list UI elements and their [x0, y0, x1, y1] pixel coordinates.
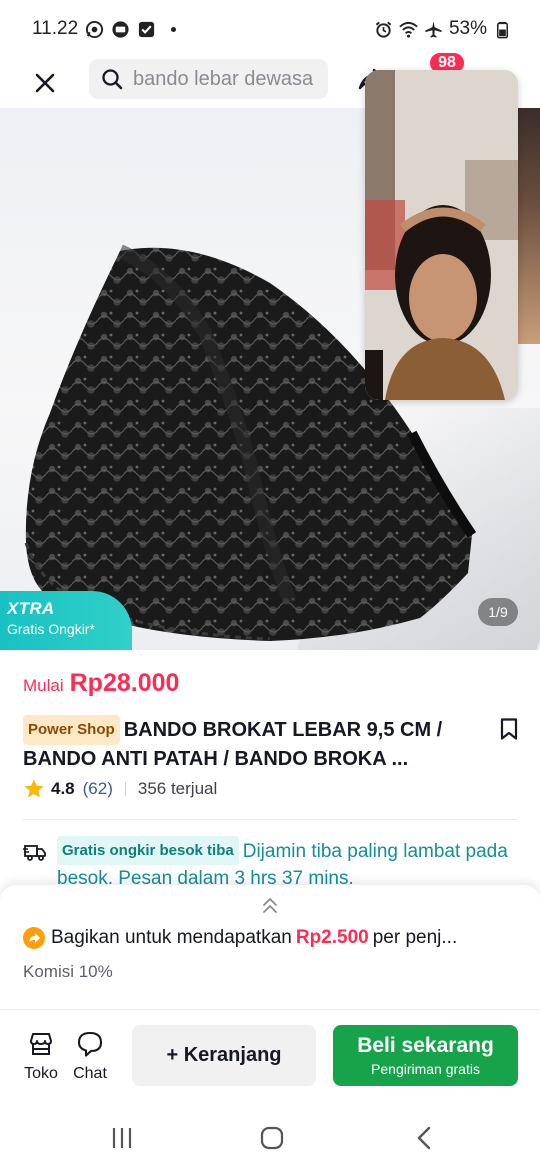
sold-count: 356 terjual [137, 779, 218, 798]
shipping-text: Gratis ongkir besok tiba Dijamin tiba pal… [57, 836, 517, 892]
status-time: 11.22 [32, 18, 79, 39]
battery-percent: 53% [448, 18, 487, 39]
bookmark-icon[interactable] [497, 717, 521, 741]
price-row: Mulai Rp28.000 [23, 669, 179, 698]
affiliate-suffix: per penj... [372, 927, 458, 948]
status-bar: 11.22 53% [0, 0, 540, 58]
message-icon [112, 20, 129, 38]
chat-icon [77, 1031, 103, 1057]
rating-row[interactable]: 4.8 (62) 356 terjual [23, 778, 217, 800]
shop-label: Toko [24, 1065, 58, 1082]
star-icon [24, 779, 44, 798]
status-right: 53% [374, 18, 512, 40]
close-button[interactable] [28, 66, 62, 100]
notification-dot [171, 26, 177, 32]
delivery-truck-icon [23, 845, 46, 861]
status-left: 11.22 [32, 18, 177, 40]
divider [23, 819, 517, 820]
buy-now-sublabel: Pengiriman gratis [371, 1061, 480, 1077]
shipping-tag: Gratis ongkir besok tiba [57, 836, 239, 865]
price-value: Rp28.000 [69, 669, 180, 697]
video-edge-strip [518, 108, 540, 344]
product-title[interactable]: Power Shop BANDO BROKAT LEBAR 9,5 CM / BA… [23, 715, 468, 773]
xtra-subtitle: Gratis Ongkir* [7, 621, 95, 637]
shop-button[interactable]: Toko [23, 1030, 59, 1083]
close-icon [35, 73, 55, 93]
buy-now-label: Beli sekarang [357, 1034, 494, 1057]
alarm-icon [375, 21, 392, 38]
back-icon[interactable] [412, 1125, 438, 1151]
checkbox-icon [139, 21, 155, 37]
home-icon[interactable] [259, 1125, 285, 1151]
affiliate-sheet[interactable]: Bagikan untuk mendapatkan Rp2.500 per pe… [0, 885, 540, 1009]
affiliate-row: Bagikan untuk mendapatkan Rp2.500 per pe… [23, 927, 457, 949]
rating-count: (62) [82, 779, 113, 798]
xtra-free-shipping-badge: XTRA Gratis Ongkir* [0, 591, 132, 650]
commission-text: Komisi 10% [23, 962, 113, 981]
shipping-info[interactable]: Gratis ongkir besok tiba Dijamin tiba pal… [23, 836, 517, 892]
wifi-icon [399, 21, 418, 38]
add-to-cart-button[interactable]: + Keranjang [132, 1025, 316, 1086]
bottom-action-bar: Toko Chat + Keranjang Beli sekarang Peng… [0, 1009, 540, 1095]
rating-separator [124, 782, 126, 796]
buy-now-button[interactable]: Beli sekarang Pengiriman gratis [333, 1025, 518, 1086]
chat-button[interactable]: Chat [72, 1030, 108, 1083]
person-video-thumbnail [365, 70, 518, 400]
system-navigation-bar [0, 1095, 540, 1170]
chevron-up-double-icon[interactable] [259, 895, 281, 917]
price-prefix: Mulai [23, 676, 64, 695]
affiliate-amount: Rp2.500 [295, 927, 369, 948]
rating-value: 4.8 [51, 779, 75, 798]
recent-apps-icon[interactable] [109, 1125, 135, 1151]
live-video-overlay[interactable] [365, 70, 518, 400]
whatsapp-icon [86, 20, 104, 38]
search-icon [102, 69, 123, 90]
chat-label: Chat [73, 1065, 107, 1082]
battery-icon [496, 21, 509, 38]
search-input[interactable]: bando lebar dewasa [89, 59, 328, 99]
xtra-title: XTRA [7, 599, 55, 618]
store-icon [30, 1033, 52, 1055]
image-counter: 1/9 [478, 598, 518, 626]
airplane-mode-icon [425, 20, 442, 38]
affiliate-prefix: Bagikan untuk mendapatkan [51, 927, 292, 948]
power-shop-badge: Power Shop [23, 715, 120, 745]
coin-share-icon [23, 927, 45, 949]
search-placeholder: bando lebar dewasa [133, 67, 314, 90]
